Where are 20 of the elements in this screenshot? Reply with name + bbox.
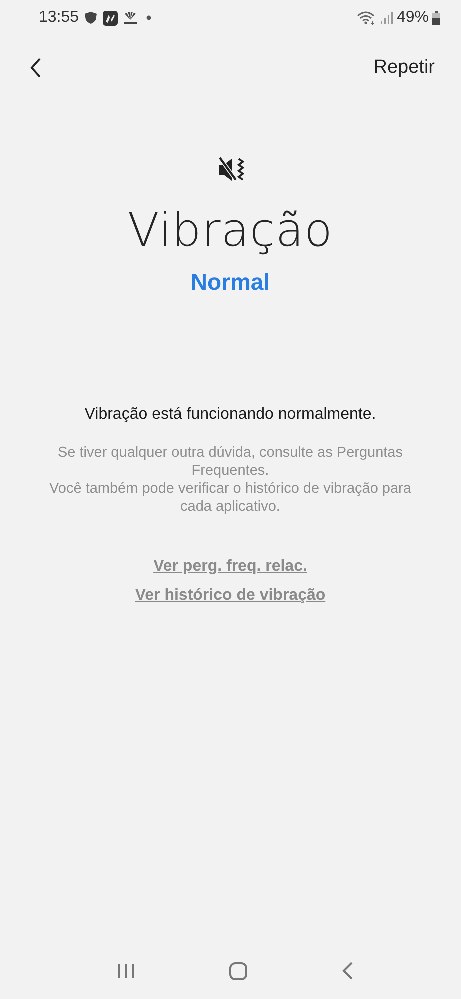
page-title: Vibração <box>128 203 334 257</box>
back-button[interactable] <box>30 58 42 78</box>
repeat-button[interactable]: Repetir <box>370 53 439 83</box>
battery-percentage: 49% <box>396 9 429 27</box>
description-text: Se tiver qualquer outra dúvida, consulte as Perguntas Frequentes. <box>57 444 404 480</box>
wifi-icon <box>356 11 377 25</box>
vibration-status: Normal <box>190 269 270 296</box>
shield-icon <box>84 11 98 25</box>
back-nav-button[interactable] <box>342 962 354 980</box>
recent-apps-button[interactable] <box>117 963 135 979</box>
vibration-muted-icon <box>216 156 244 184</box>
help-link[interactable]: Ver perg. freq. relac. <box>154 558 308 576</box>
battery-icon <box>432 10 441 26</box>
status-message: Vibração está funcionando normalmente. <box>84 406 376 424</box>
help-link[interactable]: Ver histórico de vibração <box>135 587 326 605</box>
description-text: Você também pode verificar o histórico de vibração para cada aplicativo. <box>48 480 412 516</box>
home-button[interactable] <box>229 962 248 980</box>
app-icon <box>103 10 118 26</box>
signal-icon <box>380 11 394 25</box>
status-time: 13:55 <box>39 9 80 27</box>
